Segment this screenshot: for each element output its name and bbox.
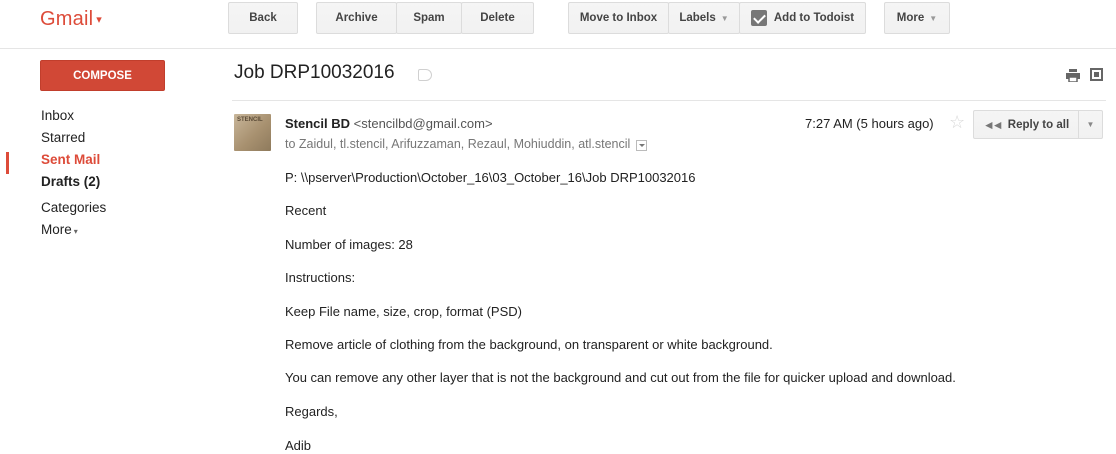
body-line: Adib bbox=[285, 438, 312, 453]
body-line: You can remove any other layer that is n… bbox=[285, 370, 956, 385]
sender-info: Stencil BD <stencilbd@gmail.com> bbox=[285, 116, 493, 131]
sender-name[interactable]: Stencil BD bbox=[285, 116, 350, 131]
body-line: Recent bbox=[285, 203, 327, 218]
move-to-inbox-button[interactable]: Move to Inbox bbox=[568, 2, 669, 34]
email-subject: Job DRP10032016 bbox=[234, 62, 395, 83]
move-to-inbox-label: Move to Inbox bbox=[579, 12, 658, 24]
archive-button-label: Archive bbox=[335, 12, 378, 24]
message-more-button[interactable]: ▼ bbox=[1078, 110, 1103, 139]
body-line: Number of images: 28 bbox=[285, 237, 413, 252]
sidebar-item-starred[interactable]: Starred bbox=[41, 127, 106, 149]
archive-button[interactable]: Archive bbox=[316, 2, 397, 34]
back-button[interactable]: Back bbox=[228, 2, 298, 34]
show-details-icon[interactable] bbox=[636, 139, 648, 151]
add-to-todoist-label: Add to Todoist bbox=[773, 12, 855, 24]
add-to-todoist-button[interactable]: Add to Todoist bbox=[739, 2, 866, 34]
gmail-logo[interactable]: Gmail ▾ bbox=[40, 8, 102, 31]
body-line: Keep File name, size, crop, format (PSD) bbox=[285, 304, 522, 319]
recipients-line: to Zaidul, tl.stencil, Arifuzzaman, Reza… bbox=[285, 137, 648, 151]
recipients-text: to Zaidul, tl.stencil, Arifuzzaman, Reza… bbox=[285, 137, 631, 151]
chevron-down-icon: ▼ bbox=[1086, 120, 1095, 129]
toolbar-divider bbox=[0, 48, 1116, 49]
chevron-down-icon: ▾ bbox=[96, 14, 102, 27]
reply-all-label: Reply to all bbox=[1007, 118, 1070, 131]
sidebar-nav: Inbox Starred Sent Mail Drafts (2) Categ… bbox=[41, 105, 106, 241]
avatar: STENCIL bbox=[234, 114, 271, 151]
sidebar-item-inbox[interactable]: Inbox bbox=[41, 105, 106, 127]
gmail-logo-text: Gmail bbox=[40, 8, 94, 30]
sidebar-item-drafts[interactable]: Drafts (2) bbox=[41, 171, 106, 193]
avatar-logo-text: STENCIL bbox=[237, 117, 263, 123]
body-line: Instructions: bbox=[285, 270, 356, 285]
chevron-down-icon: ▼ bbox=[720, 13, 729, 23]
message-time: 7:27 AM (5 hours ago) bbox=[805, 116, 934, 131]
delete-button-label: Delete bbox=[480, 12, 515, 24]
body-line: P: \\pserver\Production\October_16\03_Oc… bbox=[285, 170, 696, 185]
sidebar-item-sent-mail[interactable]: Sent Mail bbox=[41, 149, 106, 171]
sidebar-item-categories[interactable]: Categories bbox=[41, 197, 106, 219]
star-icon[interactable]: ☆ bbox=[949, 112, 965, 133]
reply-all-icon: ◄◄ bbox=[982, 117, 1004, 132]
delete-button[interactable]: Delete bbox=[461, 2, 534, 34]
sidebar-item-more[interactable]: More ▾ bbox=[41, 219, 106, 241]
compose-label: COMPOSE bbox=[73, 69, 132, 82]
more-button[interactable]: More ▼ bbox=[884, 2, 950, 34]
sender-email: <stencilbd@gmail.com> bbox=[353, 116, 493, 131]
print-icon[interactable] bbox=[1066, 69, 1080, 85]
active-nav-indicator bbox=[6, 152, 9, 174]
labels-button-label: Labels bbox=[679, 12, 716, 24]
subject-divider bbox=[232, 100, 1106, 101]
label-tag-icon[interactable] bbox=[418, 69, 432, 81]
sidebar-more-label: More bbox=[41, 222, 72, 237]
labels-button[interactable]: Labels ▼ bbox=[668, 2, 740, 34]
compose-button[interactable]: COMPOSE bbox=[40, 60, 165, 91]
body-line: Remove article of clothing from the back… bbox=[285, 337, 773, 352]
spam-button-label: Spam bbox=[413, 12, 445, 24]
chevron-down-icon: ▼ bbox=[929, 13, 938, 23]
body-line: Regards, bbox=[285, 404, 338, 419]
todoist-icon bbox=[750, 10, 767, 26]
new-window-icon[interactable] bbox=[1090, 68, 1103, 81]
more-button-label: More bbox=[896, 12, 925, 24]
reply-all-button[interactable]: ◄◄ Reply to all bbox=[973, 110, 1079, 139]
chevron-down-icon: ▾ bbox=[73, 227, 78, 236]
spam-button[interactable]: Spam bbox=[396, 2, 462, 34]
back-button-label: Back bbox=[249, 12, 277, 24]
